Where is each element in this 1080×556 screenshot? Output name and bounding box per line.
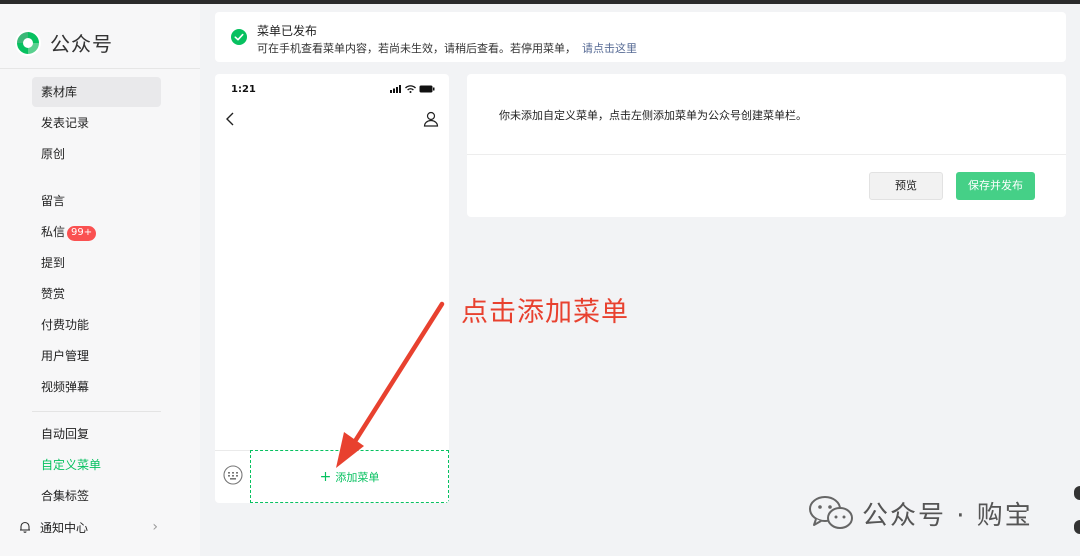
menu-editor-panel: 你未添加自定义菜单，点击左侧添加菜单为公众号创建菜单栏。 预览 保存并发布 [467,74,1066,217]
sidebar-item-original[interactable]: 原创 [32,139,161,169]
sidebar-item-label: 私信 [41,225,66,239]
watermark-text: 公众号 · 购宝 [862,500,1033,531]
brand-name: 公众号 [50,32,113,56]
wechat-bubble-icon [809,496,853,529]
save-and-publish-button[interactable]: 保存并发布 [956,172,1035,200]
notice-title: 菜单已发布 [257,24,318,38]
preview-button[interactable]: 预览 [869,172,943,200]
plus-icon: + [319,468,332,485]
sidebar-item-collection-tags[interactable]: 合集标签 [32,481,161,511]
sidebar-item-material-library[interactable]: 素材库 [32,77,161,107]
edge-handle [1074,520,1080,534]
back-arrow-icon[interactable] [223,110,239,128]
signal-icon [390,85,401,93]
sidebar-item-video-danmaku[interactable]: 视频弹幕 [32,372,161,402]
divider [0,68,200,69]
sidebar-item-paid-features[interactable]: 付费功能 [32,310,161,340]
phone-status-icons [390,85,435,93]
sidebar-item-user-management[interactable]: 用户管理 [32,341,161,371]
notice-description: 可在手机查看菜单内容，若尚未生效，请稍后查看。若停用菜单， 请点击这里 [257,40,637,56]
edge-handle [1074,486,1080,500]
notification-center-label: 通知中心 [40,520,89,535]
annotation-arrow-icon [336,301,445,468]
empty-menu-message: 你未添加自定义菜单，点击左侧添加菜单为公众号创建菜单栏。 [499,109,807,122]
keyboard-toggle-icon[interactable] [223,464,243,486]
sidebar-item-publish-records[interactable]: 发表记录 [32,108,161,138]
watermark: 公众号 · 购宝 [808,494,1033,532]
sidebar-item-messages[interactable]: 私信 99+ [32,217,161,247]
notice-text: 可在手机查看菜单内容，若尚未生效，请稍后查看。若停用菜单， [257,42,576,55]
publish-notice: 菜单已发布 可在手机查看菜单内容，若尚未生效，请稍后查看。若停用菜单， 请点击这里 [215,12,1066,62]
annotation-label: 点击添加菜单 [461,297,629,328]
sidebar: 公众号 素材库 发表记录 原创 留言 私信 99+ 提到 赞赏 付费功能 用户管理… [0,4,200,556]
notification-center[interactable]: 通知中心 › [18,516,158,538]
sidebar-item-mentions[interactable]: 提到 [32,248,161,278]
wechat-official-logo-icon [15,29,41,56]
chevron-right-icon: › [152,519,158,535]
sidebar-item-appreciation[interactable]: 赞赏 [32,279,161,309]
phone-status-time: 1:21 [231,84,256,95]
unread-badge: 99+ [67,226,97,241]
battery-icon [419,85,435,93]
divider [32,411,161,412]
wifi-icon [405,85,416,93]
success-check-icon [231,29,247,45]
logo[interactable]: 公众号 [14,28,113,57]
sidebar-item-comments[interactable]: 留言 [32,186,161,216]
sidebar-item-custom-menu[interactable]: 自定义菜单 [32,450,161,480]
bell-icon [20,521,30,533]
divider [467,154,1066,155]
disable-menu-link[interactable]: 请点击这里 [582,42,637,55]
user-profile-icon[interactable] [423,110,439,128]
sidebar-item-auto-reply[interactable]: 自动回复 [32,419,161,449]
